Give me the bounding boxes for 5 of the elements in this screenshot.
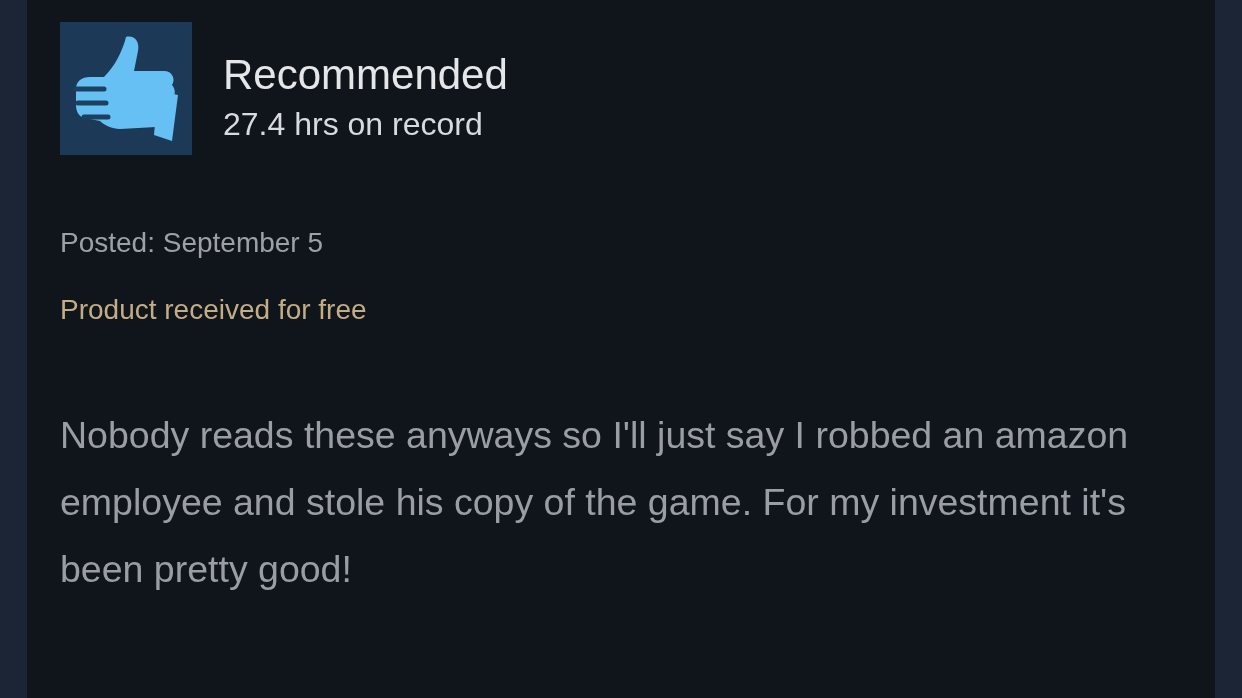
- review-verdict: Recommended: [223, 50, 508, 100]
- review-text: Nobody reads these anyways so I'll just say I robbed an amazon employee and stole his copy of the game. For my investment it's been pretty good!: [60, 413, 1130, 592]
- playtime-text: 27.4 hrs on record: [223, 105, 483, 144]
- posted-date: Posted: September 5: [60, 226, 324, 260]
- free-product-note: Product received for free: [60, 293, 367, 327]
